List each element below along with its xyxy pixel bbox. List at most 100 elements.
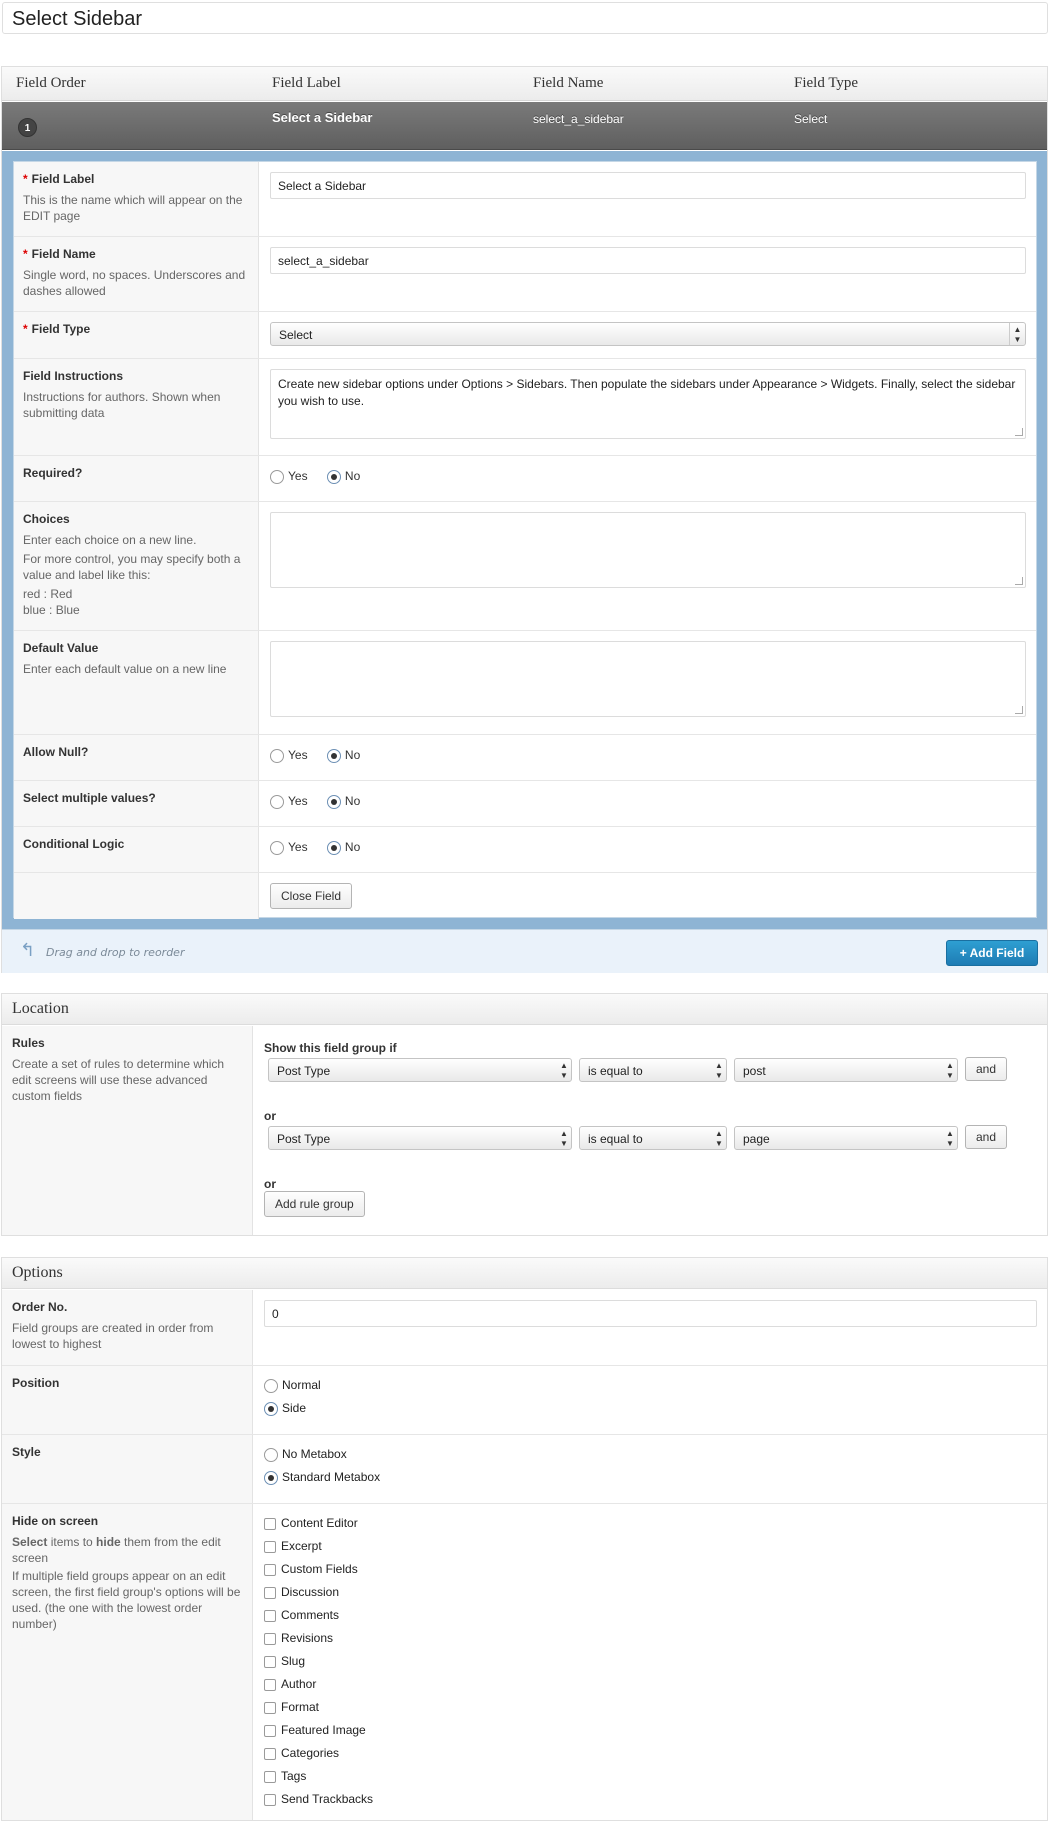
checkbox[interactable] bbox=[264, 1747, 276, 1760]
default-value-textarea[interactable] bbox=[270, 641, 1026, 717]
checkbox[interactable] bbox=[264, 1655, 276, 1668]
field-row-label[interactable]: Select a Sidebar bbox=[272, 110, 372, 125]
conditional-no-option[interactable]: No bbox=[326, 840, 360, 856]
hide-desc-note: If multiple field groups appear on an ed… bbox=[12, 1569, 241, 1631]
hide-checkbox-item[interactable]: Author bbox=[264, 1677, 316, 1691]
allow-null-no-option[interactable]: No bbox=[326, 748, 361, 764]
show-if-label: Show this field group if bbox=[264, 1041, 397, 1055]
conditional-title: Conditional Logic bbox=[23, 837, 125, 851]
multiple-no-option[interactable]: No bbox=[326, 794, 361, 810]
checkbox[interactable] bbox=[264, 1632, 276, 1645]
multiple-yes-option[interactable]: Yes bbox=[270, 794, 308, 810]
select-arrows-icon: ▲ ▼ bbox=[946, 1061, 954, 1080]
field-type-select[interactable]: Select ▲ ▼ bbox=[270, 322, 1026, 346]
hide-checkbox-item[interactable]: Custom Fields bbox=[264, 1562, 358, 1576]
order-input[interactable]: 0 bbox=[264, 1300, 1037, 1327]
choices-textarea[interactable] bbox=[270, 512, 1026, 588]
position-side-option[interactable]: Side bbox=[264, 1401, 306, 1416]
header-field-type: Field Type bbox=[794, 75, 859, 91]
instructions-title: Field Instructions bbox=[23, 369, 124, 383]
row-control-cell: Yes No bbox=[270, 456, 1026, 501]
field-label-desc: This is the name which will appear on th… bbox=[23, 193, 243, 223]
rule-operator-select[interactable]: is equal to ▲ ▼ bbox=[579, 1058, 727, 1082]
order-title: Order No. bbox=[12, 1300, 68, 1314]
radio-button[interactable] bbox=[270, 749, 284, 764]
select-value: page bbox=[743, 1132, 770, 1146]
instructions-textarea[interactable]: Create new sidebar options under Options… bbox=[270, 369, 1026, 439]
field-label-input[interactable]: Select a Sidebar bbox=[270, 172, 1026, 199]
add-rule-group-button[interactable]: Add rule group bbox=[264, 1191, 365, 1217]
hide-checkbox-item[interactable]: Revisions bbox=[264, 1631, 333, 1645]
rule-value-select[interactable]: page ▲ ▼ bbox=[734, 1126, 958, 1150]
checkbox[interactable] bbox=[264, 1793, 276, 1806]
rule-param-select[interactable]: Post Type ▲ ▼ bbox=[268, 1126, 572, 1150]
checkbox[interactable] bbox=[264, 1540, 276, 1553]
rules-title: Rules bbox=[12, 1036, 45, 1050]
hide-checkbox-item[interactable]: Tags bbox=[264, 1769, 306, 1783]
checkbox[interactable] bbox=[264, 1586, 276, 1599]
position-title: Position bbox=[12, 1376, 60, 1390]
resize-grip-icon[interactable] bbox=[1015, 706, 1023, 714]
radio-button-selected[interactable] bbox=[326, 841, 341, 856]
style-no-metabox-option[interactable]: No Metabox bbox=[264, 1447, 347, 1462]
field-row-type: Select bbox=[794, 112, 828, 126]
checkbox[interactable] bbox=[264, 1724, 276, 1737]
conditional-yes-option[interactable]: Yes bbox=[270, 840, 308, 856]
hide-checkbox-item[interactable]: Comments bbox=[264, 1608, 339, 1622]
radio-button-selected[interactable] bbox=[264, 1470, 278, 1485]
hide-desc-select: Select bbox=[12, 1535, 48, 1549]
radio-label: Yes bbox=[288, 794, 308, 809]
add-field-button[interactable]: + Add Field bbox=[946, 940, 1038, 966]
row-field-label: * Field Label This is the name which will… bbox=[14, 162, 1036, 237]
hide-checkbox-item[interactable]: Slug bbox=[264, 1654, 305, 1668]
hide-checkbox-item[interactable]: Excerpt bbox=[264, 1539, 322, 1553]
required-yes-option[interactable]: Yes bbox=[270, 469, 308, 485]
radio-button[interactable] bbox=[270, 841, 284, 856]
checkbox[interactable] bbox=[264, 1770, 276, 1783]
checkbox[interactable] bbox=[264, 1563, 276, 1576]
required-asterisk: * bbox=[23, 247, 28, 261]
and-button[interactable]: and bbox=[965, 1057, 1008, 1081]
checkbox[interactable] bbox=[264, 1609, 276, 1622]
row-close-field: Close Field bbox=[14, 873, 1036, 919]
checkbox[interactable] bbox=[264, 1517, 276, 1530]
radio-label: No bbox=[344, 794, 361, 809]
position-normal-option[interactable]: Normal bbox=[264, 1378, 321, 1393]
allow-null-yes-option[interactable]: Yes bbox=[270, 748, 308, 764]
resize-grip-icon[interactable] bbox=[1015, 428, 1023, 436]
radio-button[interactable] bbox=[264, 1447, 278, 1462]
radio-button[interactable] bbox=[270, 795, 284, 810]
row-control-cell: Select ▲ ▼ bbox=[270, 312, 1026, 358]
hide-checkbox-item[interactable]: Content Editor bbox=[264, 1516, 358, 1530]
radio-button-selected[interactable] bbox=[326, 749, 341, 764]
row-control-cell: select_a_sidebar bbox=[270, 237, 1026, 311]
hide-checkbox-item[interactable]: Featured Image bbox=[264, 1723, 366, 1737]
required-no-option[interactable]: No bbox=[326, 469, 360, 485]
field-row[interactable]: 1 Select a Sidebar select_a_sidebar Sele… bbox=[2, 102, 1047, 150]
radio-button-selected[interactable] bbox=[326, 795, 341, 810]
resize-grip-icon[interactable] bbox=[1015, 577, 1023, 585]
radio-button[interactable] bbox=[270, 470, 284, 485]
radio-button-selected[interactable] bbox=[264, 1401, 278, 1416]
rule-value-select[interactable]: post ▲ ▼ bbox=[734, 1058, 958, 1082]
rule-operator-select[interactable]: is equal to ▲ ▼ bbox=[579, 1126, 727, 1150]
title-input[interactable]: Select Sidebar bbox=[2, 2, 1048, 34]
hide-checkbox-item[interactable]: Discussion bbox=[264, 1585, 339, 1599]
hide-checkbox-item[interactable]: Send Trackbacks bbox=[264, 1792, 373, 1806]
radio-button[interactable] bbox=[264, 1378, 278, 1393]
hide-checkbox-item[interactable]: Categories bbox=[264, 1746, 339, 1760]
style-standard-metabox-option[interactable]: Standard Metabox bbox=[264, 1470, 380, 1485]
row-control-cell: Close Field bbox=[270, 873, 1026, 919]
checkbox[interactable] bbox=[264, 1701, 276, 1714]
and-button[interactable]: and bbox=[965, 1125, 1008, 1149]
hide-checkbox-item[interactable]: Format bbox=[264, 1700, 319, 1714]
radio-label: No bbox=[344, 748, 361, 763]
row-control-cell: Create new sidebar options under Options… bbox=[270, 359, 1026, 455]
field-name-input[interactable]: select_a_sidebar bbox=[270, 247, 1026, 274]
checkbox[interactable] bbox=[264, 1678, 276, 1691]
order-desc: Field groups are created in order from l… bbox=[12, 1321, 214, 1351]
close-field-button[interactable]: Close Field bbox=[270, 883, 353, 909]
radio-button-selected[interactable] bbox=[326, 470, 341, 485]
default-value-desc: Enter each default value on a new line bbox=[23, 662, 227, 676]
rule-param-select[interactable]: Post Type ▲ ▼ bbox=[268, 1058, 572, 1082]
